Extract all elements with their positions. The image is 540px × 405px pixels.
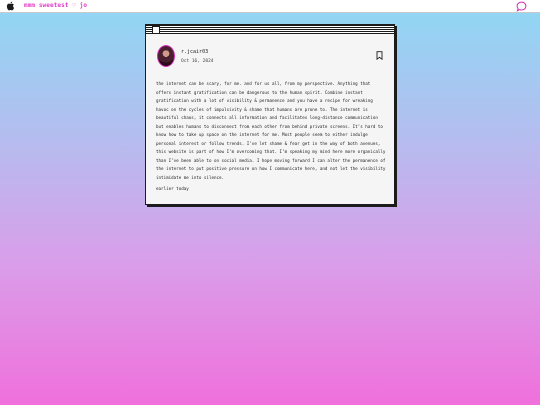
window-close-button[interactable]: [152, 26, 160, 34]
apple-logo-icon[interactable]: [6, 1, 15, 11]
post-card: r.jcair03 Oct 16, 2024 the internet can …: [146, 34, 394, 204]
post-window: r.jcair03 Oct 16, 2024 the internet can …: [145, 24, 395, 205]
post-username[interactable]: r.jcair03: [181, 49, 208, 55]
site-title[interactable]: mmm sweetest ♡ jo: [24, 2, 87, 9]
bookmark-icon[interactable]: [376, 51, 383, 60]
avatar[interactable]: [157, 45, 175, 67]
post-footer-timestamp: earlier today: [156, 186, 189, 191]
chat-bubble-icon[interactable]: [516, 1, 527, 12]
menu-bar: mmm sweetest ♡ jo: [0, 0, 540, 13]
window-title-bar[interactable]: [146, 25, 394, 34]
post-text: the internet can be scary, for me. and f…: [156, 81, 386, 180]
post-date: Oct 16, 2024: [181, 59, 214, 64]
